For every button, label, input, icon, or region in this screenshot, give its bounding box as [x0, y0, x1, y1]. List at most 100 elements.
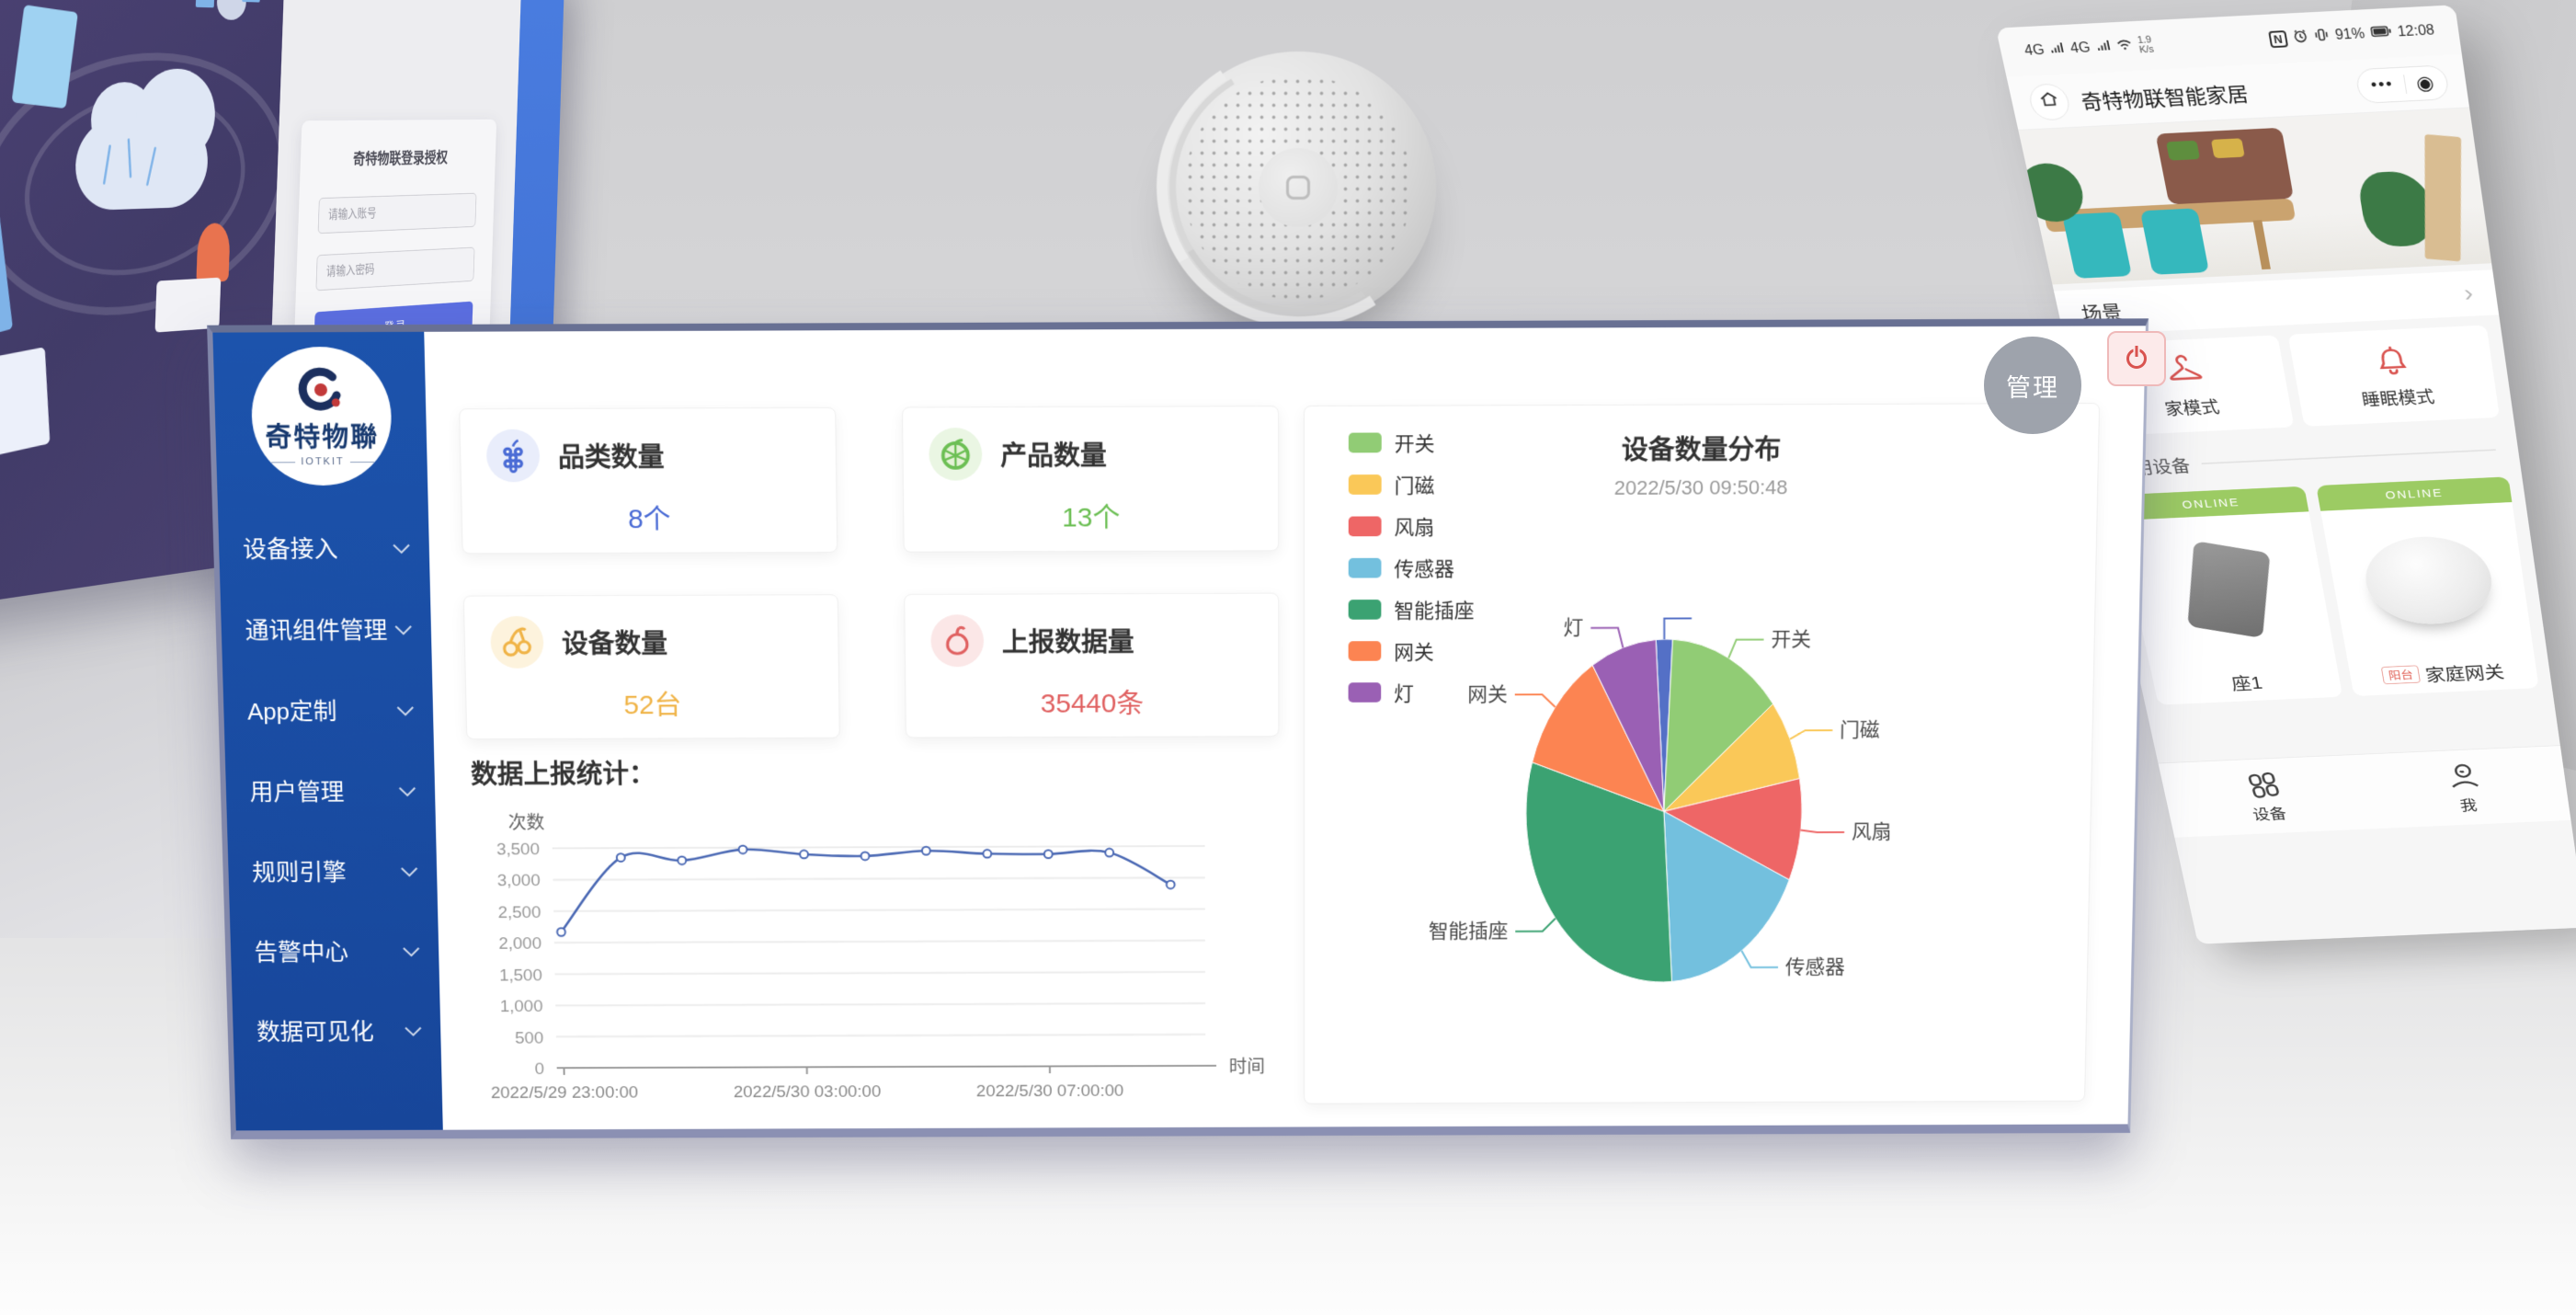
power-icon [2126, 349, 2147, 369]
status-time: 12:08 [2397, 23, 2436, 40]
sidebar-item-label: 设备接入 [243, 531, 338, 565]
miniapp-title: 奇特物联智能家居 [2078, 72, 2359, 115]
sidebar-item-4[interactable]: 用户管理 [225, 767, 435, 814]
manage-badge[interactable]: 管理 [1984, 337, 2081, 434]
pie-label-网关: 网关 [1467, 683, 1508, 706]
lime-icon [929, 428, 982, 481]
sim2-label: 4G [2069, 40, 2092, 57]
sidebar-item-6[interactable]: 告警中心 [230, 927, 439, 974]
pie-label-智能插座: 智能插座 [1429, 920, 1509, 942]
legend-swatch [1349, 475, 1382, 495]
legend-label: 开关 [1395, 428, 1435, 457]
home-photo [2018, 108, 2491, 284]
device-card[interactable]: ONLINE阳台家庭网关 [2316, 476, 2538, 696]
smart-speaker-device [1160, 51, 1436, 324]
svg-text:1,500: 1,500 [499, 966, 542, 985]
sidebar-item-5[interactable]: 规则引擎 [228, 847, 438, 894]
phone-tab-bar: 设备 我 [2158, 745, 2570, 838]
device-card[interactable]: ONLINE座1 [2113, 486, 2342, 705]
home-button[interactable] [2026, 83, 2072, 120]
nfc-icon: N [2268, 30, 2288, 48]
signal-icon [2049, 41, 2066, 58]
net-speed: 1.9K/s [2137, 36, 2155, 56]
account-input[interactable] [318, 192, 477, 233]
line-chart: 05001,0001,5002,0002,5003,0003,500次数时间20… [451, 799, 1278, 1129]
miniapp-capsule[interactable]: ••• ◉ [2354, 64, 2450, 104]
pie-panel: 设备数量分布 2022/5/30 09:50:48 开关门磁风扇传感器智能插座网… [1304, 403, 2100, 1104]
legend-item-开关[interactable]: 开关 [1349, 428, 1476, 457]
stat-card-head: 品类数量 [486, 429, 811, 483]
gateway-image [2320, 502, 2533, 658]
speaker-logo [1286, 176, 1310, 200]
server-illustration [0, 347, 50, 470]
bell-icon [2369, 342, 2415, 380]
plug-device [2187, 541, 2270, 638]
logo-glyph-icon [295, 365, 346, 415]
stat-card: 产品数量13个 [902, 406, 1279, 553]
mode-button-2[interactable]: 睡眠模式 [2288, 325, 2500, 426]
stat-card-label: 设备数量 [562, 623, 668, 661]
tab-label: 我 [2458, 794, 2479, 814]
close-circle-icon[interactable]: ◉ [2415, 73, 2435, 93]
svg-text:时间: 时间 [1229, 1057, 1265, 1077]
logo-title: 奇特物聯 [265, 416, 380, 454]
chevron-right-icon: › [2462, 280, 2475, 307]
sidebar: 奇特物聯 IOTKIT 设备接入通讯组件管理App定制用户管理规则引擎告警中心数… [212, 332, 442, 1131]
pie-label-开关: 开关 [1771, 627, 1811, 650]
tab-label: 设备 [2251, 803, 2288, 824]
sidebar-item-3[interactable]: App定制 [223, 686, 434, 734]
svg-text:2022/5/29 23:00:00: 2022/5/29 23:00:00 [491, 1083, 639, 1103]
alarm-icon [2292, 28, 2309, 47]
chevron-down-icon [397, 699, 414, 715]
wifi-icon [2115, 39, 2134, 55]
desk-illustration [155, 278, 222, 333]
pear-icon [930, 614, 984, 667]
pie-label-传感器: 传感器 [1785, 955, 1845, 978]
device-name: 座1 [2228, 669, 2263, 694]
hanger-icon [2161, 352, 2208, 390]
stat-card-head: 上报数据量 [930, 613, 1252, 667]
svg-text:500: 500 [515, 1029, 544, 1047]
power-button[interactable] [2107, 331, 2166, 386]
sim1-label: 4G [2023, 42, 2046, 59]
more-icon[interactable]: ••• [2369, 75, 2395, 95]
home-icon [2037, 89, 2062, 113]
sidebar-item-7[interactable]: 数据可见化 [233, 1007, 441, 1054]
sidebar-menu: 设备接入通讯组件管理 App定制用户管理规则引擎告警中心数据可见化 [218, 523, 441, 1087]
chevron-down-icon [393, 537, 409, 554]
grapes-icon [486, 429, 541, 483]
password-input[interactable] [315, 246, 474, 291]
stat-card-value: 8个 [487, 496, 811, 537]
stat-card-value: 52台 [492, 681, 814, 722]
sidebar-item-label: 数据可见化 [256, 1013, 375, 1046]
sidebar-item-1[interactable]: 设备接入 [218, 523, 429, 571]
stat-card-value: 35440条 [931, 680, 1253, 721]
plug-image [2118, 511, 2336, 666]
tab-设备[interactable]: 设备 [2159, 755, 2373, 838]
svg-text:2,500: 2,500 [497, 903, 541, 921]
signal-icon [2095, 40, 2112, 56]
stat-card: 设备数量 52台 [463, 594, 840, 739]
stat-card-head: 产品数量 [929, 427, 1252, 481]
sidebar-item-label: 告警中心 [254, 934, 348, 967]
legend-swatch [1349, 432, 1382, 452]
line-chart-title: 数据上报统计： [471, 753, 655, 792]
chevron-down-icon [395, 618, 412, 635]
stat-card-label: 品类数量 [558, 436, 665, 475]
cherries-icon [490, 616, 544, 669]
device-name: 家庭网关 [2423, 658, 2506, 685]
sidebar-item-2[interactable]: 通讯组件管理 [221, 605, 431, 653]
grid-icon [2243, 769, 2285, 800]
gateway-device [2358, 534, 2497, 627]
dashboard-window: 奇特物聯 IOTKIT 设备接入通讯组件管理App定制用户管理规则引擎告警中心数… [207, 318, 2149, 1139]
stat-card-label: 产品数量 [1000, 435, 1107, 474]
battery-percent: 91% [2334, 27, 2366, 44]
stat-card: 品类数量 8个 [459, 407, 838, 555]
pie-label-门磁: 门磁 [1840, 718, 1880, 741]
login-title: 奇特物联登录授权 [320, 145, 478, 170]
pie-label-灯: 灯 [1563, 616, 1583, 639]
location-tag: 阳台 [2381, 665, 2420, 684]
tab-我[interactable]: 我 [2359, 746, 2571, 829]
legend-item-门磁[interactable]: 门磁 [1349, 470, 1476, 499]
svg-text:1,000: 1,000 [500, 998, 543, 1016]
